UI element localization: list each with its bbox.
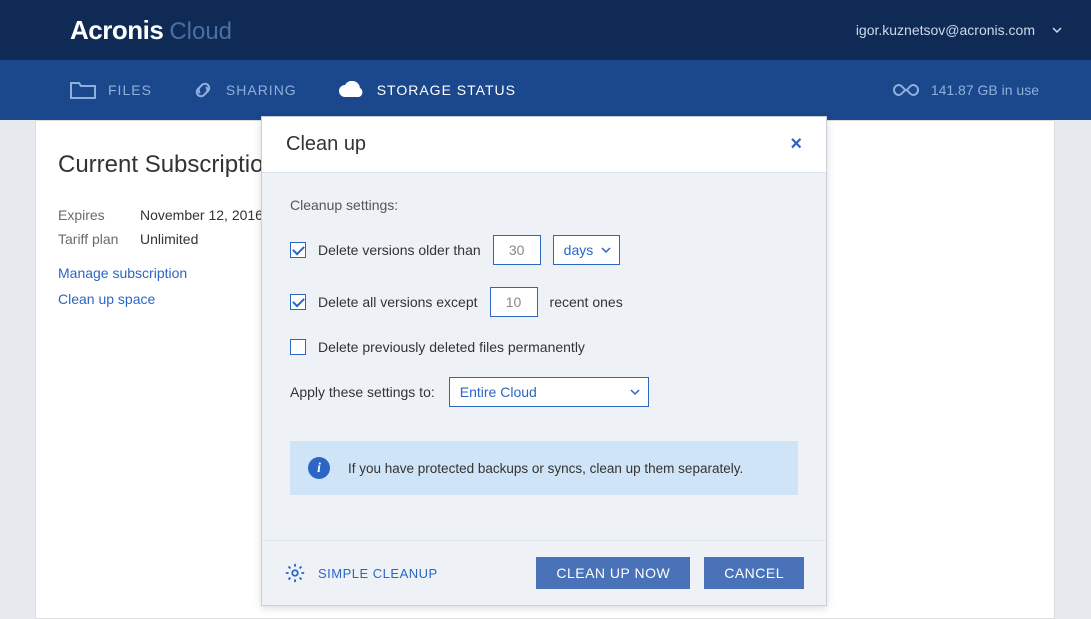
user-email: igor.kuznetsov@acronis.com: [856, 22, 1035, 38]
checkbox-delete-older[interactable]: [290, 242, 306, 258]
apply-settings-row: Apply these settings to: Entire Cloud: [290, 377, 798, 407]
option-delete-older: Delete versions older than days: [290, 235, 798, 265]
option-delete-permanent-label: Delete previously deleted files permanen…: [318, 339, 585, 355]
simple-cleanup-link[interactable]: SIMPLE CLEANUP: [284, 562, 438, 584]
chevron-down-icon: [1051, 24, 1063, 36]
expires-value: November 12, 2016: [140, 207, 263, 223]
modal-title: Clean up: [286, 133, 366, 156]
nav-sharing-label: SHARING: [226, 82, 297, 98]
nav-storage-label: STORAGE STATUS: [377, 82, 516, 98]
chevron-down-icon: [630, 387, 640, 397]
storage-usage: 141.87 GB in use: [893, 82, 1039, 98]
except-value[interactable]: [490, 287, 538, 317]
nav-sharing[interactable]: SHARING: [192, 79, 297, 101]
folder-icon: [70, 80, 96, 100]
gear-icon: [284, 562, 306, 584]
apply-settings-label: Apply these settings to:: [290, 384, 435, 400]
infinity-icon: [893, 83, 919, 97]
modal-header: Clean up ×: [262, 117, 826, 173]
brand-main: Acronis: [70, 15, 163, 46]
option-delete-except: Delete all versions except recent ones: [290, 287, 798, 317]
time-unit-value: days: [564, 242, 594, 258]
info-text: If you have protected backups or syncs, …: [348, 461, 743, 476]
chevron-down-icon: [601, 245, 611, 255]
simple-cleanup-label: SIMPLE CLEANUP: [318, 566, 438, 581]
topbar: Acronis Cloud igor.kuznetsov@acronis.com: [0, 0, 1091, 60]
checkbox-delete-permanent[interactable]: [290, 339, 306, 355]
checkbox-delete-except[interactable]: [290, 294, 306, 310]
brand-sub: Cloud: [169, 18, 232, 46]
tariff-label: Tariff plan: [58, 231, 120, 247]
option-delete-except-label: Delete all versions except: [318, 294, 478, 310]
brand-logo[interactable]: Acronis Cloud: [70, 15, 232, 46]
option-delete-except-suffix: recent ones: [550, 294, 623, 310]
cleanup-settings-label: Cleanup settings:: [290, 197, 798, 213]
expires-label: Expires: [58, 207, 120, 223]
modal-body: Cleanup settings: Delete versions older …: [262, 173, 826, 495]
nav-files[interactable]: FILES: [70, 80, 152, 100]
navbar: FILES SHARING STORAGE STATUS 141.87 GB i…: [0, 60, 1091, 120]
close-icon[interactable]: ×: [790, 133, 802, 156]
info-banner: i If you have protected backups or syncs…: [290, 441, 798, 495]
modal-actions: CLEAN UP NOW CANCEL: [536, 557, 804, 589]
info-icon: i: [308, 457, 330, 479]
cleanup-now-button[interactable]: CLEAN UP NOW: [536, 557, 690, 589]
tariff-value: Unlimited: [140, 231, 198, 247]
cloud-icon: [337, 81, 365, 99]
nav-files-label: FILES: [108, 82, 152, 98]
option-delete-permanent: Delete previously deleted files permanen…: [290, 339, 798, 355]
nav-left: FILES SHARING STORAGE STATUS: [70, 79, 516, 101]
user-menu[interactable]: igor.kuznetsov@acronis.com: [856, 22, 1063, 38]
storage-usage-text: 141.87 GB in use: [931, 82, 1039, 98]
cleanup-modal: Clean up × Cleanup settings: Delete vers…: [261, 116, 827, 606]
option-delete-older-label: Delete versions older than: [318, 242, 481, 258]
link-icon: [192, 79, 214, 101]
older-than-value[interactable]: [493, 235, 541, 265]
time-unit-select[interactable]: days: [553, 235, 621, 265]
modal-footer: SIMPLE CLEANUP CLEAN UP NOW CANCEL: [262, 540, 826, 605]
cancel-button[interactable]: CANCEL: [704, 557, 804, 589]
apply-target-value: Entire Cloud: [460, 384, 537, 400]
nav-storage-status[interactable]: STORAGE STATUS: [337, 81, 516, 99]
apply-target-select[interactable]: Entire Cloud: [449, 377, 649, 407]
